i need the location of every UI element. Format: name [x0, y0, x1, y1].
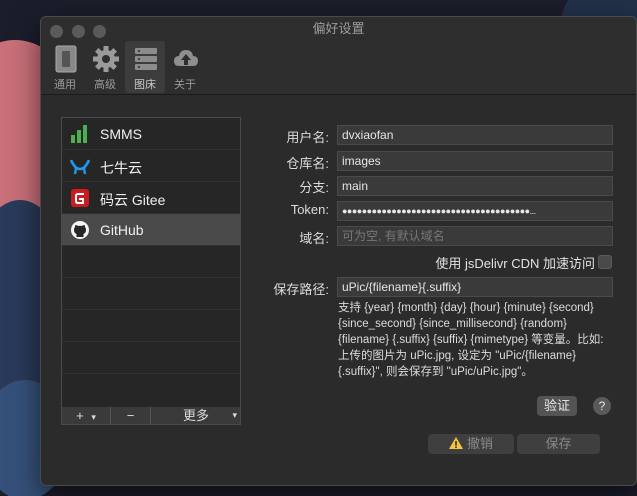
- qiniu-icon: [70, 159, 90, 175]
- chevron-down-icon: ▾: [232, 410, 237, 420]
- title-bar: 偏好设置: [41, 17, 636, 41]
- chevron-down-icon: ▾: [91, 412, 96, 422]
- warning-icon: [448, 437, 463, 449]
- list-item-smms[interactable]: SMMS: [62, 118, 240, 150]
- list-item-empty: [62, 278, 240, 310]
- verify-button[interactable]: 验证: [537, 396, 577, 416]
- list-item-qiniu[interactable]: 七牛云: [62, 150, 240, 182]
- minimize-button[interactable]: [71, 25, 85, 38]
- tab-image-host-label: 图床: [134, 79, 156, 91]
- save-path-label: 保存路径:: [273, 282, 329, 297]
- revert-button[interactable]: 撤销: [428, 434, 514, 454]
- github-icon: [71, 221, 89, 239]
- list-item-empty: [62, 310, 240, 342]
- image-host-list: SMMS 七牛云 码云 Gitee GitHub: [61, 117, 241, 424]
- jsdelivr-label: 使用 jsDelivr CDN 加速访问: [435, 256, 595, 271]
- tab-general[interactable]: 通用: [45, 41, 85, 93]
- more-label: 更多: [182, 408, 209, 423]
- help-button[interactable]: ?: [593, 397, 611, 415]
- domain-field[interactable]: 可为空, 有默认域名: [337, 226, 613, 246]
- tab-about[interactable]: 关于: [165, 41, 205, 93]
- remove-label: −: [126, 408, 135, 423]
- image-host-icon: [135, 48, 157, 70]
- gitee-icon: [71, 189, 89, 207]
- token-field[interactable]: ●●●●●●●●●●●●●●●●●●●●●●●●●●●●●●●●●●●●●●..…: [337, 201, 613, 221]
- save-path-field[interactable]: uPic/{filename}{.suffix}: [337, 277, 613, 297]
- list-item-label: SMMS: [100, 126, 142, 142]
- zoom-button[interactable]: [93, 25, 107, 38]
- list-item-empty: [62, 342, 240, 374]
- list-item-label: 码云 Gitee: [100, 192, 166, 208]
- save-button[interactable]: 保存: [517, 434, 600, 454]
- add-label: +: [76, 408, 84, 423]
- token-label: Token:: [290, 202, 329, 217]
- username-field[interactable]: dvxiaofan: [337, 125, 613, 145]
- more-button[interactable]: 更多 ▾: [151, 407, 241, 424]
- list-item-github[interactable]: GitHub: [62, 214, 240, 246]
- branch-field[interactable]: main: [337, 176, 613, 196]
- save-path-help-text: 支持 {year} {month} {day} {hour} {minute} …: [338, 302, 604, 378]
- username-label: 用户名:: [286, 130, 329, 145]
- tab-general-label: 通用: [54, 79, 76, 91]
- add-host-button[interactable]: + ▾: [62, 407, 111, 424]
- list-footer: + ▾ − 更多 ▾: [61, 407, 241, 425]
- list-item-empty: [62, 246, 240, 278]
- repo-label: 仓库名:: [286, 156, 329, 171]
- tab-advanced[interactable]: 高级: [85, 41, 125, 93]
- preferences-toolbar: 通用 高级 图床 关于: [41, 41, 636, 95]
- list-item-empty: [62, 374, 240, 406]
- branch-label: 分支:: [299, 180, 329, 195]
- revert-label: 撤销: [466, 436, 493, 451]
- preferences-window: 偏好设置 通用 高级 图床 关于 SMMS 七牛云 码云 Gitee GitHu…: [40, 16, 637, 486]
- list-item-label: 七牛云: [100, 160, 142, 176]
- tab-advanced-label: 高级: [94, 79, 116, 91]
- tab-image-host[interactable]: 图床: [125, 41, 165, 93]
- repo-field[interactable]: images: [337, 151, 613, 171]
- close-button[interactable]: [50, 25, 63, 38]
- gear-icon: [93, 46, 119, 72]
- cloud-upload-icon: [174, 50, 198, 66]
- jsdelivr-checkbox[interactable]: [598, 255, 612, 269]
- list-item-gitee[interactable]: 码云 Gitee: [62, 182, 240, 214]
- list-item-label: GitHub: [100, 222, 144, 238]
- general-icon: [55, 45, 77, 73]
- smms-icon: [71, 125, 87, 143]
- tab-about-label: 关于: [174, 79, 196, 91]
- window-title: 偏好设置: [312, 21, 365, 36]
- domain-label: 域名:: [299, 231, 329, 246]
- remove-host-button[interactable]: −: [111, 407, 151, 424]
